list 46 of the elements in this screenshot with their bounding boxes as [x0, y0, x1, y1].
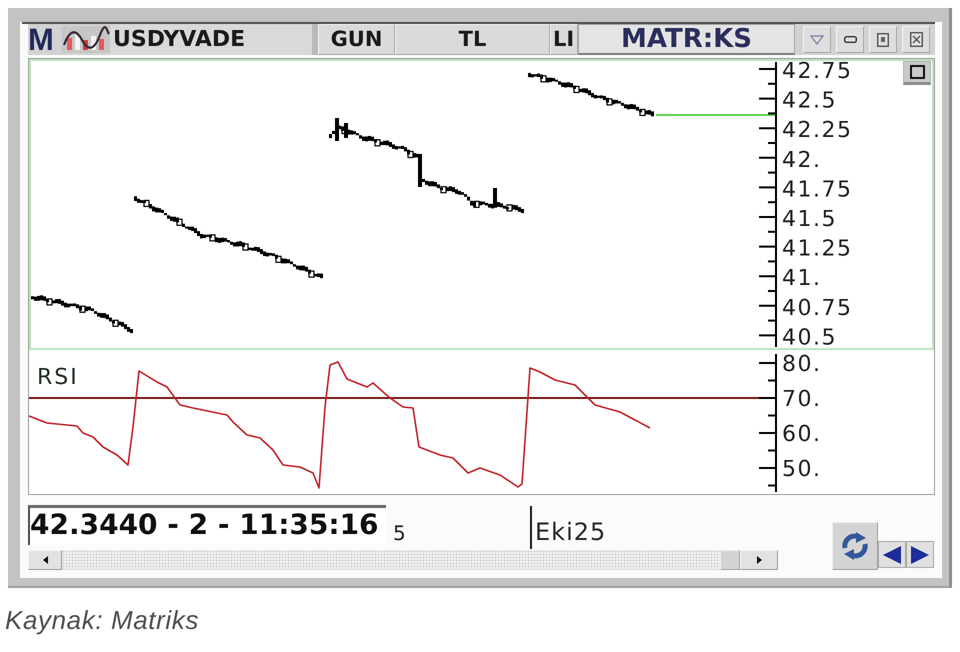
- axis-label: 40.75: [782, 296, 852, 321]
- right-arrow-icon: [756, 556, 762, 564]
- panel-button[interactable]: [903, 61, 931, 85]
- readout-field: 42.3440 - 2 - 11:35:16: [28, 505, 386, 545]
- axis-label: 60.: [782, 422, 822, 447]
- symbol-field[interactable]: USDYVADE: [110, 24, 318, 55]
- minimize-icon: [844, 36, 856, 43]
- scroll-left-button[interactable]: [28, 550, 62, 570]
- close-button[interactable]: [902, 26, 930, 53]
- left-arrow-icon: [42, 556, 48, 564]
- dropdown-button[interactable]: [803, 26, 831, 53]
- restore-icon: [877, 32, 889, 46]
- brand-logo: MATR:KS: [578, 24, 795, 55]
- minimize-button[interactable]: [836, 26, 864, 53]
- axis-label: 42.75: [782, 61, 852, 84]
- axis-label: 50.: [782, 457, 822, 482]
- axis-label: 70.: [782, 387, 822, 412]
- axis-label: 41.25: [782, 236, 852, 262]
- toolbar-button[interactable]: LI: [550, 24, 578, 55]
- left-triangle-icon: [883, 546, 901, 564]
- scroll-right-button[interactable]: [740, 550, 778, 570]
- source-caption: Kaynak: Matriks: [5, 605, 199, 636]
- axis-label: 41.5: [782, 207, 837, 232]
- refresh-icon: [840, 531, 870, 561]
- logo-letter: M: [28, 24, 55, 55]
- scrollbar-thumb[interactable]: [720, 550, 740, 570]
- restore-button[interactable]: [869, 26, 897, 53]
- close-icon: [910, 32, 922, 47]
- axis-label: 41.: [782, 266, 822, 292]
- toolbar-button[interactable]: TL: [395, 24, 550, 55]
- refresh-button[interactable]: [832, 522, 878, 570]
- toolbar-button[interactable]: GUN: [318, 24, 395, 55]
- axis-label: 41.75: [782, 177, 852, 202]
- indicator-title: RSI: [37, 365, 79, 390]
- axis-label: 42.5: [782, 88, 837, 114]
- axis-label: 40.5: [782, 325, 837, 348]
- next-button[interactable]: [906, 541, 934, 568]
- time-label: 5: [393, 523, 406, 543]
- right-triangle-icon: [911, 546, 929, 564]
- square-icon: [910, 65, 924, 79]
- axis-label: 42.: [782, 148, 822, 173]
- previous-button[interactable]: [878, 541, 906, 568]
- date-label: Eki25: [535, 520, 606, 544]
- axis-label: 80.: [782, 352, 822, 377]
- down-triangle-icon: [810, 34, 824, 44]
- axis-label: 42.25: [782, 118, 852, 144]
